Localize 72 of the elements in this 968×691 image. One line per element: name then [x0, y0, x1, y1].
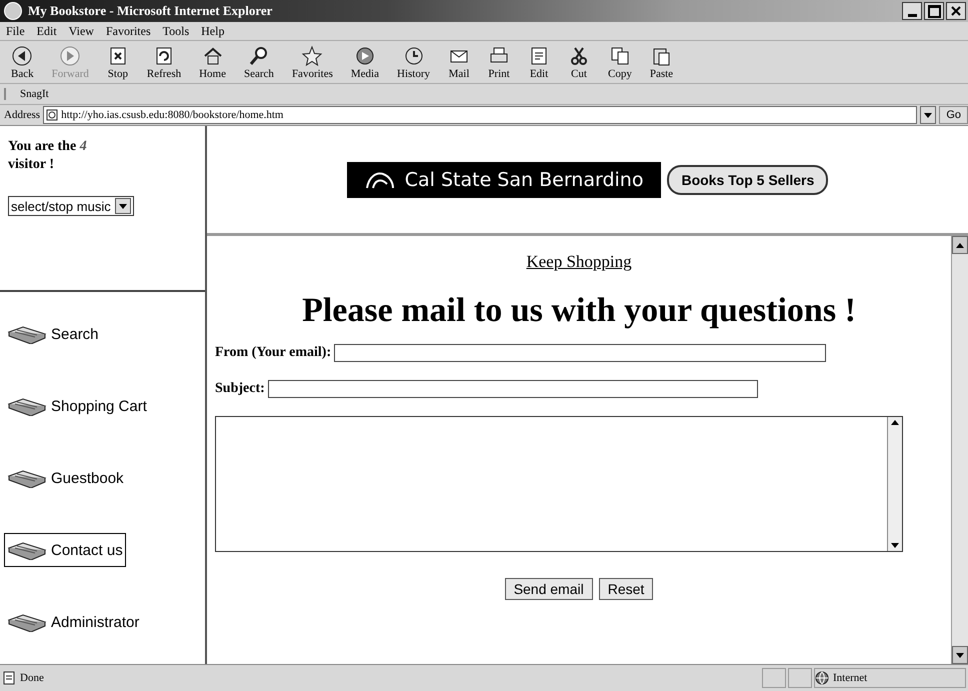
menu-item[interactable]: Help — [201, 24, 224, 38]
university-logo[interactable]: Cal State San Bernardino — [346, 162, 662, 198]
paste-button[interactable]: Paste — [640, 44, 682, 80]
status-panel — [762, 668, 786, 688]
edit-button[interactable]: Edit — [519, 44, 559, 80]
dropdown-arrow-icon — [118, 204, 127, 208]
menu-item[interactable]: File — [6, 24, 25, 38]
vertical-scrollbar[interactable] — [951, 236, 968, 664]
scroll-down-icon[interactable] — [891, 543, 899, 548]
top-sellers-button[interactable]: Books Top 5 Sellers — [667, 164, 828, 194]
scroll-up-icon[interactable] — [891, 420, 899, 425]
go-button[interactable]: Go — [939, 106, 968, 124]
home-button[interactable]: Home — [190, 44, 235, 80]
search-icon — [248, 44, 270, 66]
search-button[interactable]: Search — [235, 44, 283, 80]
address-field[interactable]: http://yho.ias.csusb.edu:8080/bookstore/home.htm — [43, 106, 918, 124]
play-icon — [354, 44, 376, 66]
snagit-button[interactable]: SnagIt — [4, 88, 49, 100]
scroll-down-icon[interactable] — [956, 652, 964, 658]
refresh-button[interactable]: Refresh — [138, 44, 190, 80]
sidebar-item[interactable]: Contact us — [4, 533, 126, 567]
menu-item[interactable]: View — [68, 24, 94, 38]
sidebar-item[interactable]: Shopping Cart — [4, 389, 150, 423]
book-icon — [7, 324, 47, 344]
menu-item[interactable]: Tools — [162, 24, 190, 38]
sidebar-item[interactable]: Administrator — [4, 605, 142, 639]
close-icon — [951, 6, 961, 16]
globe-icon — [815, 671, 829, 685]
cut-button[interactable]: Cut — [559, 44, 599, 80]
book-icon — [7, 540, 47, 560]
restore-button[interactable] — [924, 2, 944, 20]
back-button[interactable]: Back — [2, 44, 43, 80]
media-button[interactable]: Media — [342, 44, 388, 80]
scroll-up-icon[interactable] — [956, 242, 964, 248]
book-icon — [7, 396, 47, 416]
sidebar-item[interactable]: Guestbook — [4, 461, 127, 495]
history-button[interactable]: History — [388, 44, 439, 80]
field-label: Subject: — [215, 381, 265, 397]
page-icon — [2, 671, 16, 685]
field-label: From (Your email): — [215, 345, 332, 361]
clock-icon — [402, 44, 424, 66]
input-field[interactable] — [268, 380, 758, 398]
print-button[interactable]: Print — [479, 44, 519, 80]
menu-item[interactable]: Edit — [36, 24, 57, 38]
input-field[interactable] — [334, 344, 826, 362]
page-heading: Please mail to us with your questions ! — [301, 292, 857, 330]
mail-button[interactable]: Mail — [439, 44, 479, 80]
form-button[interactable]: Send email — [504, 578, 593, 600]
star-button[interactable]: Favorites — [282, 44, 342, 80]
status-panel — [788, 668, 812, 688]
scissors-icon — [568, 44, 590, 66]
page-icon — [46, 109, 58, 121]
status-text: Done — [20, 672, 44, 684]
close-button[interactable] — [946, 2, 966, 20]
visitor-counter-text: You are the 4 visitor ! — [8, 138, 88, 174]
music-select[interactable]: select/stop music — [8, 196, 134, 216]
book-icon — [7, 612, 47, 632]
book-icon — [7, 468, 47, 488]
minimize-button[interactable] — [902, 2, 922, 20]
keep-shopping-link[interactable]: Keep Shopping — [526, 252, 632, 271]
browser-icon — [4, 2, 22, 20]
window-title: My Bookstore - Microsoft Internet Explorer — [28, 3, 272, 19]
zone-text: Internet — [833, 672, 868, 684]
menu-item[interactable]: Favorites — [106, 24, 151, 38]
mountain-icon — [364, 170, 395, 190]
star-icon — [301, 44, 324, 66]
address-label: Address — [4, 109, 40, 121]
stop-button[interactable]: Stop — [98, 44, 138, 80]
sidebar-item[interactable]: Search — [4, 317, 102, 351]
copy-icon — [608, 44, 631, 66]
copy-button[interactable]: Copy — [599, 44, 641, 80]
form-button[interactable]: Reset — [598, 578, 654, 600]
